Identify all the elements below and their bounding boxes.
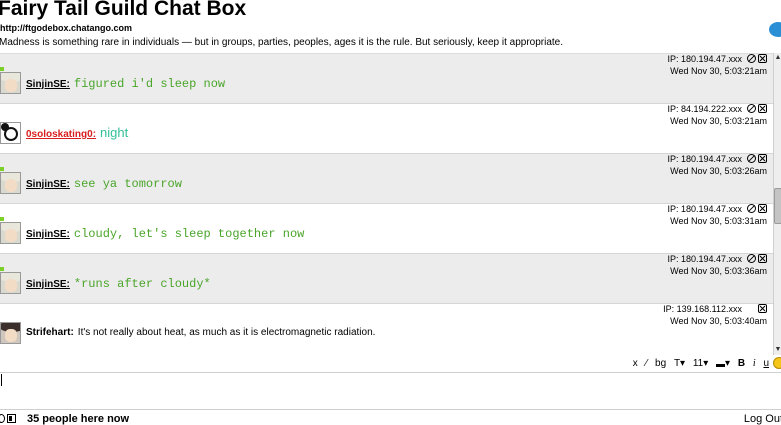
ip-address: IP: 180.194.47.xxx [667,154,742,164]
chat-description: Madness is something rare in individuals… [0,37,563,48]
avatar[interactable] [0,322,21,344]
text-color-dropdown[interactable]: ▾ [716,358,730,369]
message-row: Strifehart: It's not really about heat, a… [0,304,773,355]
message-text: see ya tomorrow [73,177,182,191]
message-meta: IP: 139.168.112.xxx Wed Nov 30, 5:03:40a… [663,304,767,327]
window-icon[interactable] [7,414,16,423]
message-line: SinjinSE: *runs after cloudy* [26,274,211,292]
message-scrollbar[interactable]: ▲ ▼ [773,53,781,355]
italic-button[interactable]: i [753,358,756,369]
format-toolbar: x ⁄ bg T▾ 11▾ ▾ B i u [0,355,781,373]
underline-button[interactable]: u [763,358,769,369]
message-meta: IP: 180.194.47.xxx Wed Nov 30, 5:03:21am [667,54,767,77]
page-title: Fairy Tail Guild Chat Box [0,0,247,20]
ban-icon[interactable] [747,204,756,213]
online-indicator [0,267,4,271]
logout-link[interactable]: Log Out [744,413,781,425]
people-count[interactable]: 35 people here now [27,413,129,425]
message-row: SinjinSE: figured i'd sleep now IP: 180.1… [0,54,773,104]
ip-address: IP: 180.194.47.xxx [667,54,742,64]
user-name[interactable]: Strifehart: [26,327,74,338]
user-name[interactable]: SinjinSE: [26,229,70,240]
ban-icon[interactable] [747,104,756,113]
message-line: SinjinSE: cloudy, let's sleep together no… [26,224,304,242]
delete-icon[interactable] [758,304,767,313]
avatar[interactable] [0,172,21,194]
delete-icon[interactable] [758,254,767,263]
ip-address: IP: 180.194.47.xxx [667,254,742,264]
delete-icon[interactable] [758,154,767,163]
message-row: SinjinSE: cloudy, let's sleep together no… [0,204,773,254]
text-style-dropdown[interactable]: T▾ [674,358,685,369]
online-indicator [0,217,4,221]
message-row: SinjinSE: see ya tomorrow IP: 180.194.47.… [0,154,773,204]
wand-icon[interactable]: ⁄ [646,358,648,369]
message-row: SinjinSE: *runs after cloudy* IP: 180.194… [0,254,773,304]
message-meta: IP: 180.194.47.xxx Wed Nov 30, 5:03:31am [667,204,767,227]
user-name[interactable]: SinjinSE: [26,179,70,190]
sound-icon[interactable] [0,414,5,423]
message-line: Strifehart: It's not really about heat, a… [26,322,375,340]
bold-button[interactable]: B [738,358,745,369]
avatar[interactable] [0,72,21,94]
font-size-dropdown[interactable]: 11▾ [693,358,708,369]
avatar[interactable] [0,272,21,294]
message-line: 0soloskating0: night [26,124,128,142]
scroll-up-arrow-icon[interactable]: ▲ [774,53,781,63]
ban-icon[interactable] [747,154,756,163]
user-name[interactable]: SinjinSE: [26,279,70,290]
ban-icon[interactable] [747,54,756,63]
timestamp: Wed Nov 30, 5:03:26am [670,166,767,176]
message-meta: IP: 84.194.222.xxx Wed Nov 30, 5:03:21am [667,104,767,127]
ip-address: IP: 84.194.222.xxx [667,104,742,114]
message-row: 0soloskating0: night IP: 84.194.222.xxx W… [0,104,773,154]
user-name[interactable]: SinjinSE: [26,79,70,90]
chat-url[interactable]: http://ftgodebox.chatango.com [0,23,132,33]
emoticon-icon[interactable] [773,357,781,369]
timestamp: Wed Nov 30, 5:03:36am [670,266,767,276]
background-button[interactable]: bg [655,358,666,369]
timestamp: Wed Nov 30, 5:03:21am [670,66,767,76]
message-text: *runs after cloudy* [73,277,211,291]
scroll-down-arrow-icon[interactable]: ▼ [774,345,781,355]
message-input[interactable] [0,373,781,409]
avatar[interactable] [0,222,21,244]
message-text: It's not really about heat, as much as i… [77,327,376,338]
ip-address: IP: 139.168.112.xxx [663,304,742,314]
close-format-button[interactable]: x [633,358,638,369]
message-line: SinjinSE: see ya tomorrow [26,174,182,192]
message-text: figured i'd sleep now [73,77,226,91]
timestamp: Wed Nov 30, 5:03:31am [670,216,767,226]
timestamp: Wed Nov 30, 5:03:21am [670,116,767,126]
avatar[interactable] [0,122,21,144]
color-swatch-icon [716,364,726,367]
user-name[interactable]: 0soloskating0: [26,129,96,140]
message-text: night [100,125,129,140]
message-text: cloudy, let's sleep together now [73,227,305,241]
timestamp: Wed Nov 30, 5:03:40am [670,316,767,326]
online-indicator [0,67,4,71]
delete-icon[interactable] [758,204,767,213]
delete-icon[interactable] [758,54,767,63]
scrollbar-thumb[interactable] [774,188,781,224]
online-indicator [0,167,4,171]
message-meta: IP: 180.194.47.xxx Wed Nov 30, 5:03:26am [667,154,767,177]
ip-address: IP: 180.194.47.xxx [667,204,742,214]
chat-footer: 35 people here now Log Out [0,409,781,425]
message-meta: IP: 180.194.47.xxx Wed Nov 30, 5:03:36am [667,254,767,277]
message-list[interactable]: SinjinSE: figured i'd sleep now IP: 180.1… [0,53,773,355]
chat-bubble-icon[interactable] [769,22,781,38]
chat-header: Fairy Tail Guild Chat Box http://ftgodeb… [0,0,781,54]
message-line: SinjinSE: figured i'd sleep now [26,74,225,92]
ban-icon[interactable] [747,254,756,263]
text-caret [1,374,2,386]
delete-icon[interactable] [758,104,767,113]
